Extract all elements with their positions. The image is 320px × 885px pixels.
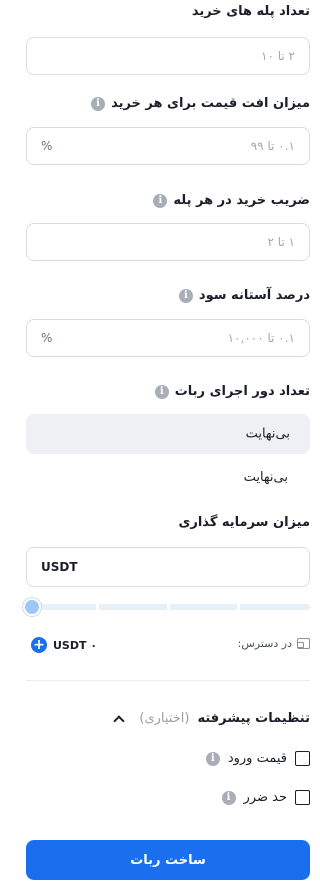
slider-thumb[interactable]: [23, 598, 41, 616]
buy-multiplier-placeholder: ۱ تا ۲: [267, 235, 295, 249]
slider-step-mark: [96, 604, 99, 610]
buy-multiplier-input[interactable]: ۱ تا ۲: [26, 223, 310, 261]
stop-loss-option: حد ضرر i: [221, 790, 310, 805]
grid-steps-placeholder: ۲ تا ۱۰: [261, 49, 295, 63]
advanced-settings-optional: (اختیاری): [139, 711, 190, 726]
balance-value: USDT ۰: [53, 638, 98, 652]
investment-input[interactable]: USDT: [26, 547, 310, 587]
run-cycles-option-infinite[interactable]: بی‌نهایت: [244, 470, 288, 485]
grid-steps-input[interactable]: ۲ تا ۱۰: [26, 37, 310, 75]
run-cycles-label-text: تعداد دور اجرای ربات: [174, 384, 310, 399]
info-icon[interactable]: i: [154, 384, 169, 399]
balance-amount: + USDT ۰: [31, 637, 97, 653]
create-bot-button[interactable]: ساخت ربات: [26, 840, 310, 880]
stop-loss-checkbox[interactable]: [295, 790, 310, 805]
investment-currency: USDT: [41, 560, 78, 574]
percent-suffix: %: [41, 139, 53, 153]
run-cycles-selected: بی‌نهایت: [245, 426, 290, 442]
buy-multiplier-label-text: ضریب خرید در هر پله: [173, 193, 310, 208]
percent-suffix: %: [41, 331, 53, 345]
available-balance: در دسترس:: [238, 637, 310, 650]
chevron-up-icon: [113, 714, 126, 727]
profit-threshold-placeholder: ۰.۱ تا ۱۰,۰۰۰: [227, 331, 295, 345]
buy-multiplier-label: ضریب خرید در هر پله i: [153, 193, 310, 208]
info-icon[interactable]: i: [221, 790, 236, 805]
grid-steps-label-text: تعداد پله های خرید: [191, 4, 310, 19]
price-drop-label: میزان افت قیمت برای هر خرید i: [91, 96, 310, 111]
run-cycles-label: تعداد دور اجرای ربات i: [154, 384, 310, 399]
profit-threshold-input[interactable]: ۰.۱ تا ۱۰,۰۰۰ %: [26, 319, 310, 357]
info-icon[interactable]: i: [91, 96, 106, 111]
slider-step-mark: [167, 604, 170, 610]
profit-threshold-label: درصد آستانه سود i: [178, 288, 310, 303]
info-icon[interactable]: i: [205, 751, 220, 766]
info-icon[interactable]: i: [178, 288, 193, 303]
entry-price-label: قیمت ورود: [227, 751, 287, 766]
price-drop-placeholder: ۰.۱ تا ۹۹: [250, 139, 295, 153]
stop-loss-label: حد ضرر: [243, 790, 287, 805]
run-cycles-select[interactable]: بی‌نهایت: [26, 414, 310, 454]
available-label: در دسترس:: [237, 637, 292, 650]
slider-step-mark: [237, 604, 240, 610]
entry-price-option: قیمت ورود i: [205, 751, 310, 766]
plus-icon[interactable]: +: [31, 637, 47, 653]
advanced-settings-toggle[interactable]: تنظیمات پیشرفته (اختیاری): [113, 711, 310, 727]
advanced-settings-title: تنظیمات پیشرفته: [197, 711, 310, 726]
wallet-icon: [297, 638, 310, 649]
investment-label-text: میزان سرمایه گذاری: [178, 515, 310, 530]
investment-label: میزان سرمایه گذاری: [178, 515, 310, 530]
grid-steps-label: تعداد پله های خرید: [192, 4, 310, 19]
divider: [26, 680, 310, 681]
info-icon[interactable]: i: [153, 193, 168, 208]
investment-slider[interactable]: [23, 598, 310, 616]
profit-threshold-label-text: درصد آستانه سود: [198, 288, 310, 303]
price-drop-label-text: میزان افت قیمت برای هر خرید: [111, 96, 310, 111]
entry-price-checkbox[interactable]: [295, 751, 310, 766]
price-drop-input[interactable]: ۰.۱ تا ۹۹ %: [26, 127, 310, 165]
